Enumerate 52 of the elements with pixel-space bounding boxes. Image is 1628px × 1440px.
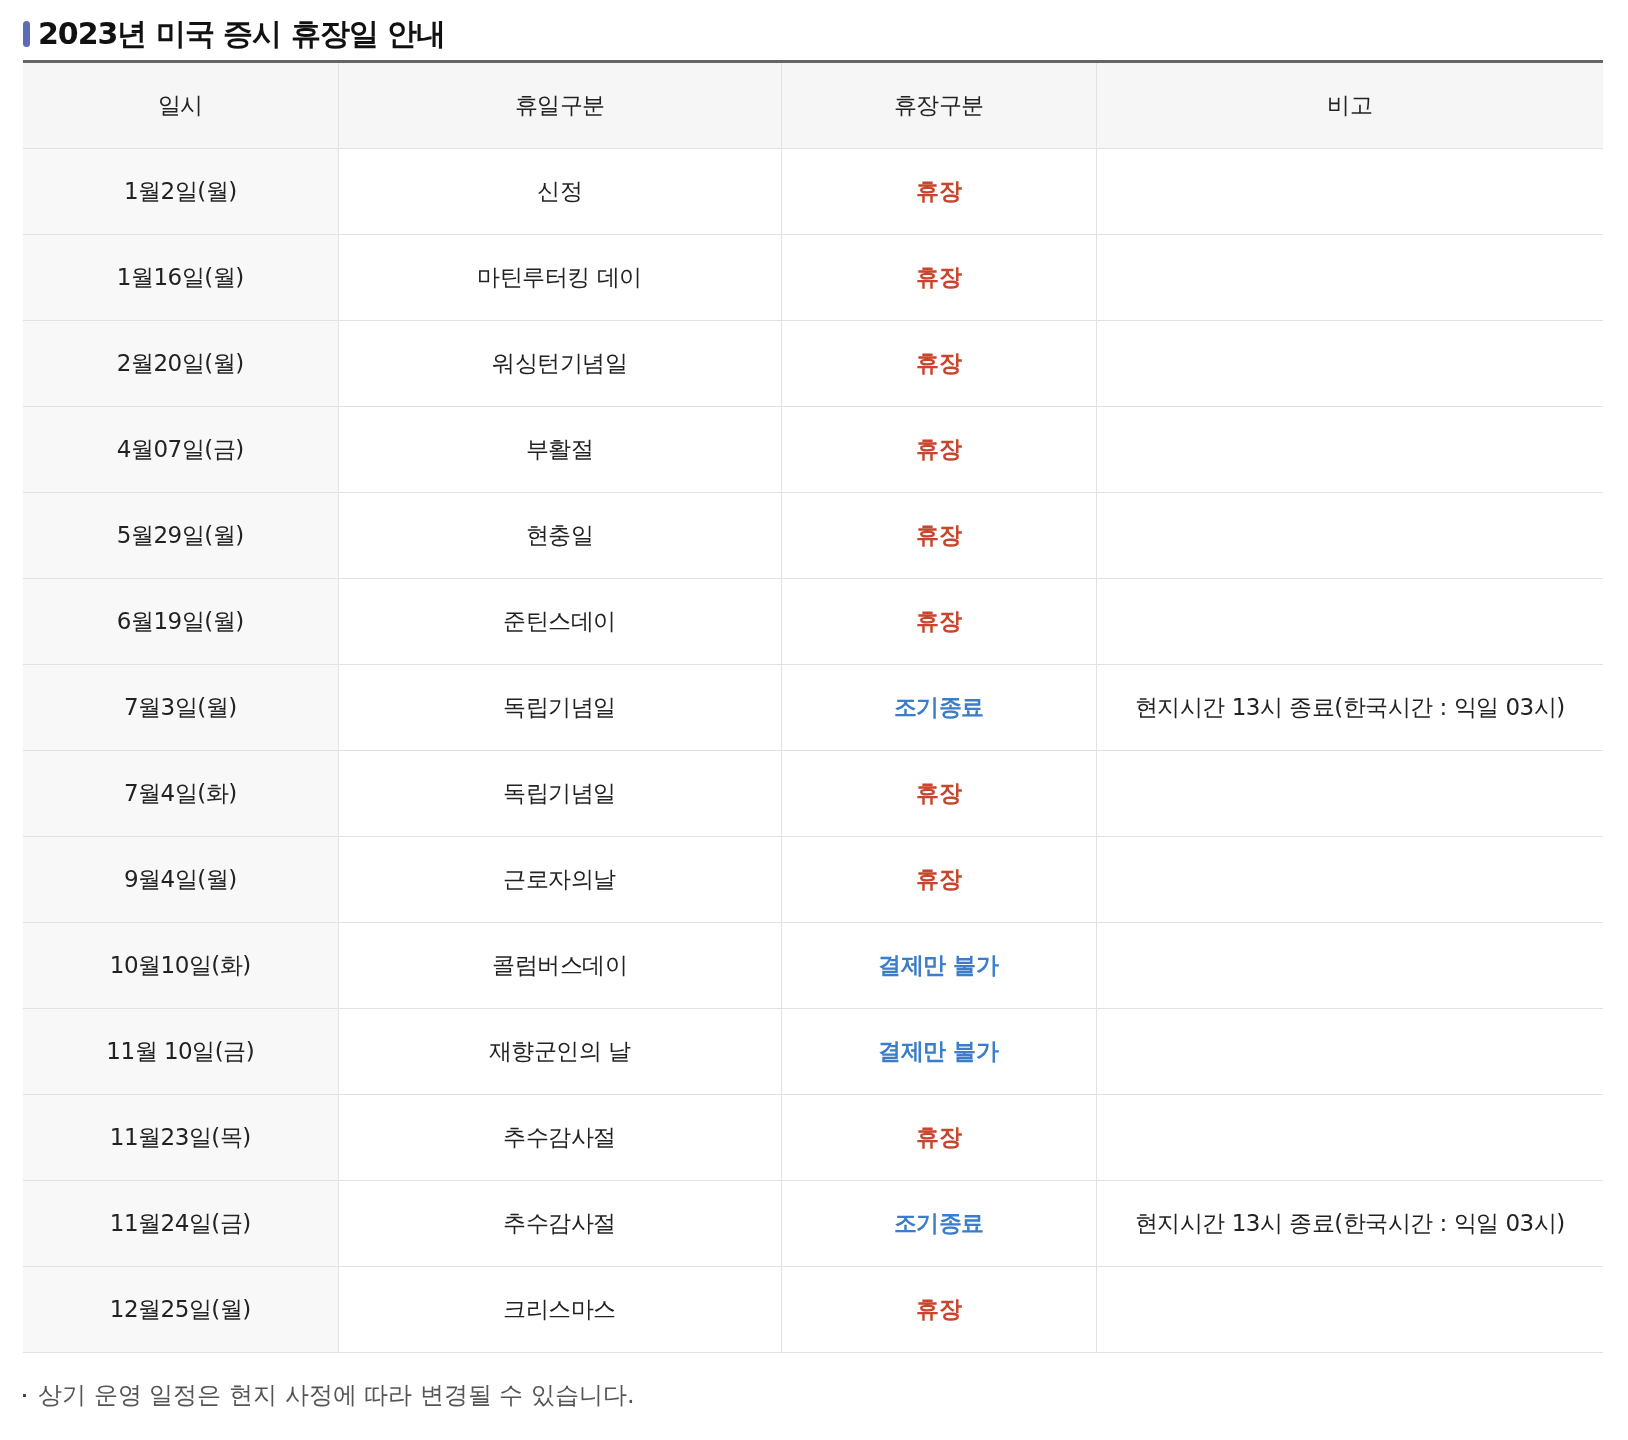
- status-cell: 휴장: [781, 750, 1096, 837]
- date-cell: 6월19일(월): [23, 578, 338, 665]
- holiday-cell: 신정: [338, 148, 781, 235]
- title-marker-icon: [23, 21, 30, 47]
- column-header: 휴일구분: [338, 61, 781, 149]
- footnote-text: 상기 운영 일정은 현지 사정에 따라 변경될 수 있습니다.: [38, 1380, 635, 1411]
- column-header: 비고: [1096, 61, 1603, 149]
- date-cell: 11월 10일(금): [23, 1008, 338, 1095]
- status-cell: 휴장: [781, 1266, 1096, 1353]
- holiday-cell: 근로자의날: [338, 836, 781, 923]
- status-cell: 휴장: [781, 578, 1096, 665]
- date-cell: 10월10일(화): [23, 922, 338, 1009]
- status-cell: 휴장: [781, 1094, 1096, 1181]
- status-cell: 조기종료: [781, 1180, 1096, 1267]
- column-header: 휴장구분: [781, 61, 1096, 149]
- status-cell: 조기종료: [781, 664, 1096, 751]
- status-cell: 휴장: [781, 320, 1096, 407]
- note-cell: 현지시간 13시 종료(한국시간 : 익일 03시): [1096, 664, 1603, 751]
- date-cell: 1월2일(월): [23, 148, 338, 235]
- status-cell: 결제만 불가: [781, 1008, 1096, 1095]
- note-cell: 현지시간 13시 종료(한국시간 : 익일 03시): [1096, 1180, 1603, 1267]
- holiday-cell: 부활절: [338, 406, 781, 493]
- date-cell: 11월23일(목): [23, 1094, 338, 1181]
- holiday-cell: 독립기념일: [338, 664, 781, 751]
- holiday-cell: 콜럼버스데이: [338, 922, 781, 1009]
- column-header: 일시: [23, 61, 338, 149]
- date-cell: 4월07일(금): [23, 406, 338, 493]
- date-cell: 5월29일(월): [23, 492, 338, 579]
- page-title: 2023년 미국 증시 휴장일 안내: [38, 14, 446, 53]
- date-cell: 12월25일(월): [23, 1266, 338, 1353]
- status-cell: 휴장: [781, 148, 1096, 235]
- date-cell: 7월3일(월): [23, 664, 338, 751]
- holiday-cell: 현충일: [338, 492, 781, 579]
- date-cell: 7월4일(화): [23, 750, 338, 837]
- bullet-icon: [23, 1393, 26, 1397]
- status-cell: 휴장: [781, 406, 1096, 493]
- status-cell: 휴장: [781, 492, 1096, 579]
- holiday-cell: 추수감사절: [338, 1094, 781, 1181]
- status-cell: 결제만 불가: [781, 922, 1096, 1009]
- holiday-cell: 워싱턴기념일: [338, 320, 781, 407]
- holiday-cell: 추수감사절: [338, 1180, 781, 1267]
- holiday-cell: 준틴스데이: [338, 578, 781, 665]
- holiday-cell: 마틴루터킹 데이: [338, 234, 781, 321]
- date-cell: 11월24일(금): [23, 1180, 338, 1267]
- holiday-cell: 재향군인의 날: [338, 1008, 781, 1095]
- status-cell: 휴장: [781, 836, 1096, 923]
- holiday-cell: 크리스마스: [338, 1266, 781, 1353]
- status-cell: 휴장: [781, 234, 1096, 321]
- date-cell: 9월4일(월): [23, 836, 338, 923]
- holiday-cell: 독립기념일: [338, 750, 781, 837]
- date-cell: 1월16일(월): [23, 234, 338, 321]
- date-cell: 2월20일(월): [23, 320, 338, 407]
